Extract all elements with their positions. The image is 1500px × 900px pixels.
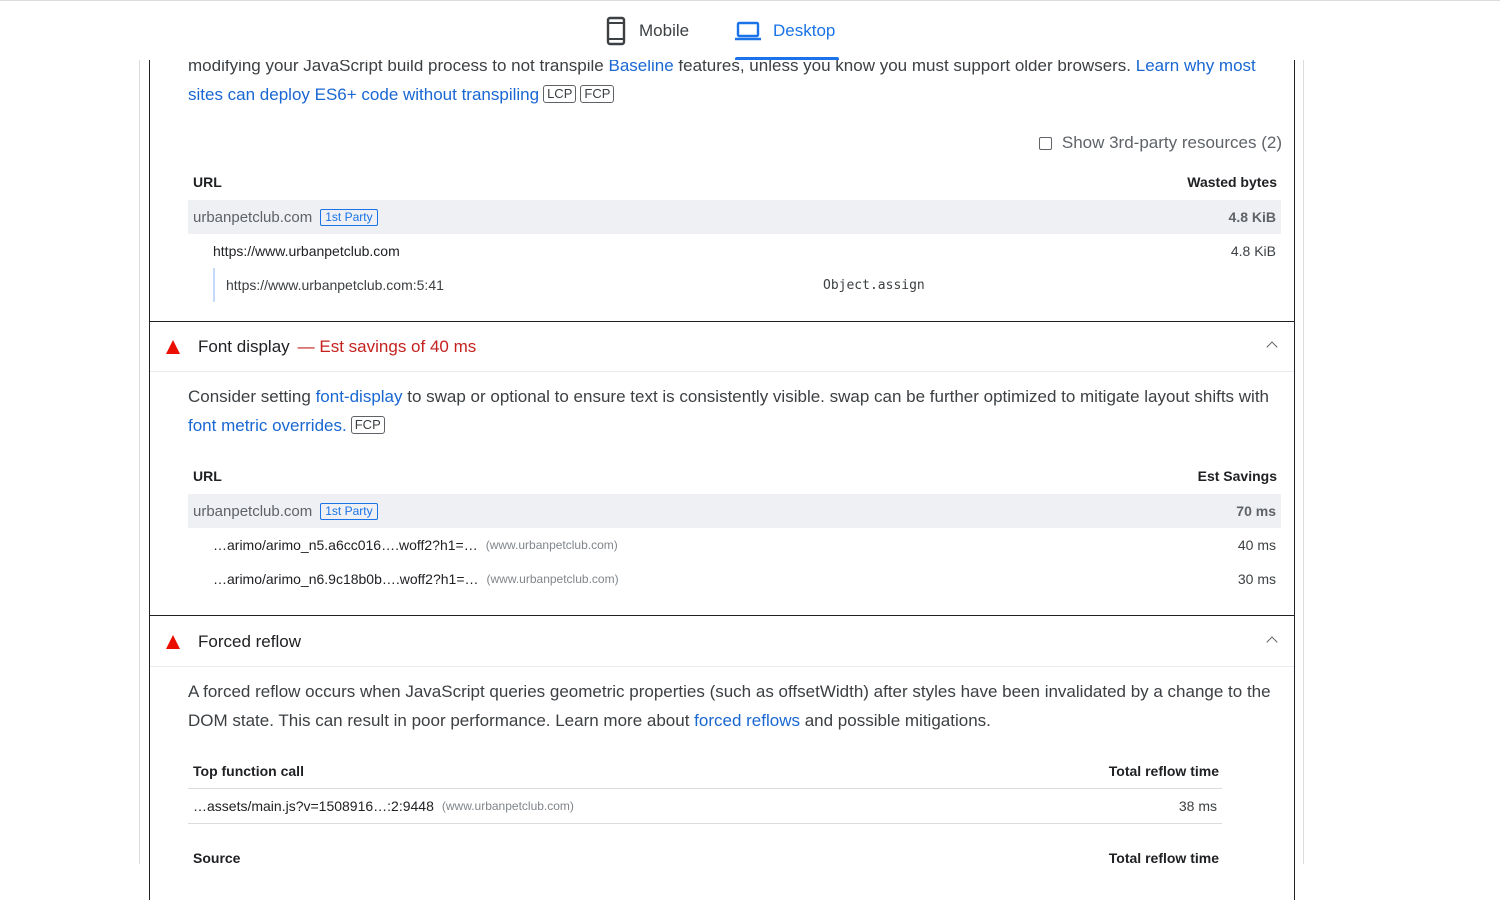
page-edge-right [1303, 0, 1304, 864]
wasted-bytes-value: 4.8 KiB [1228, 209, 1276, 225]
function-call-cell: …assets/main.js?v=1508916…:2:9448 (www.u… [193, 789, 574, 823]
chevron-up-icon[interactable] [1266, 341, 1278, 353]
table-row: …arimo/arimo_n5.a6cc016….woff2?h1=… (www… [188, 528, 1281, 562]
source-location: https://www.urbanpetclub.com:5:41 [226, 277, 444, 293]
est-savings-value: 70 ms [1236, 503, 1276, 519]
section-divider [150, 615, 1294, 616]
entity-name: urbanpetclub.com [193, 208, 313, 226]
font-display-text-2: to swap or optional to ensure text is co… [402, 387, 1269, 406]
est-savings-value: 40 ms [1237, 537, 1276, 553]
table-divider [188, 823, 1222, 824]
font-display-text-1: Consider setting [188, 387, 316, 406]
entity-name: urbanpetclub.com [193, 502, 313, 520]
font-url-cell: …arimo/arimo_n6.9c18b0b….woff2?h1=… (www… [213, 562, 619, 596]
est-savings-value: 30 ms [1237, 571, 1276, 587]
audit-title: Forced reflow [198, 618, 301, 666]
table-row: …assets/main.js?v=1508916…:2:9448 (www.u… [188, 789, 1222, 823]
function-call-host: (www.urbanpetclub.com) [441, 799, 574, 813]
forced-reflow-text-2: and possible mitigations. [799, 711, 991, 730]
column-header-url: URL [193, 468, 222, 484]
audit-title: Font display — Est savings of 40 ms [198, 323, 476, 371]
entity-cell: urbanpetclub.com 1st Party [193, 494, 378, 528]
warning-triangle-icon [166, 635, 180, 649]
column-header-top-function-call: Top function call [193, 763, 304, 779]
header-divider [150, 666, 1294, 667]
metric-badge-fcp: FCP [580, 85, 615, 103]
audit-savings: — Est savings of 40 ms [297, 337, 477, 356]
audit-header-forced-reflow[interactable]: Forced reflow [150, 618, 1294, 666]
table-row-group[interactable]: urbanpetclub.com 1st Party 4.8 KiB [188, 200, 1281, 234]
audit-title-text: Font display [198, 337, 290, 356]
first-party-badge: 1st Party [320, 208, 378, 226]
header-divider [150, 371, 1294, 372]
warning-triangle-icon [166, 340, 180, 354]
checkbox-icon[interactable] [1038, 136, 1052, 150]
font-file-host: (www.urbanpetclub.com) [485, 538, 618, 552]
audit-card: modifying your JavaScript build process … [149, 0, 1295, 900]
section-divider [150, 321, 1294, 322]
table-row: https://www.urbanpetclub.com:5:41 Object… [188, 268, 1281, 302]
font-file-url[interactable]: …arimo/arimo_n5.a6cc016….woff2?h1=… [213, 537, 478, 553]
table-row: …arimo/arimo_n6.9c18b0b….woff2?h1=… (www… [188, 562, 1281, 596]
font-display-link[interactable]: font-display [316, 387, 403, 406]
polyfill-name: Object.assign [823, 277, 925, 293]
metric-badge-fcp: FCP [350, 416, 385, 434]
device-tab-bar: Mobile Desktop [0, 0, 1500, 60]
column-header-total-reflow-time: Total reflow time [1108, 763, 1219, 779]
chevron-up-icon[interactable] [1266, 636, 1278, 648]
show-third-party-toggle[interactable]: Show 3rd-party resources (2) [1038, 133, 1282, 153]
tab-mobile-label: Mobile [639, 21, 690, 40]
font-display-description: Consider setting font-display to swap or… [188, 382, 1283, 440]
audit-title-text: Forced reflow [198, 632, 301, 651]
font-url-cell: …arimo/arimo_n5.a6cc016….woff2?h1=… (www… [213, 528, 618, 562]
wasted-bytes-value: 4.8 KiB [1230, 243, 1276, 259]
column-header-est-savings: Est Savings [1197, 468, 1277, 484]
show-third-party-label: Show 3rd-party resources (2) [1061, 133, 1282, 152]
first-party-badge: 1st Party [320, 502, 378, 520]
column-header-wasted-bytes: Wasted bytes [1187, 174, 1277, 190]
active-tab-indicator [735, 57, 839, 60]
table-row-group[interactable]: urbanpetclub.com 1st Party 70 ms [188, 494, 1281, 528]
laptop-icon [735, 21, 761, 41]
font-file-host: (www.urbanpetclub.com) [486, 572, 619, 586]
forced-reflow-description: A forced reflow occurs when JavaScript q… [188, 677, 1283, 735]
page-edge-left [139, 0, 140, 864]
tab-mobile[interactable]: Mobile [605, 15, 689, 47]
function-call-url[interactable]: …assets/main.js?v=1508916…:2:9448 [193, 798, 434, 814]
audit-header-font-display[interactable]: Font display — Est savings of 40 ms [150, 323, 1294, 371]
table-row: https://www.urbanpetclub.com 4.8 KiB [188, 234, 1281, 268]
forced-reflows-link[interactable]: forced reflows [694, 711, 800, 730]
tab-desktop-label: Desktop [773, 21, 836, 40]
tab-desktop[interactable]: Desktop [735, 15, 835, 47]
entity-cell: urbanpetclub.com 1st Party [193, 200, 378, 234]
url-cell: https://www.urbanpetclub.com [213, 243, 400, 259]
phone-icon [606, 16, 626, 46]
font-metric-overrides-link[interactable]: font metric overrides. [188, 416, 347, 435]
total-reflow-time-value: 38 ms [1178, 798, 1217, 814]
column-header-url: URL [193, 174, 222, 190]
font-file-url[interactable]: …arimo/arimo_n6.9c18b0b….woff2?h1=… [213, 571, 479, 587]
metric-badge-lcp: LCP [543, 85, 577, 103]
